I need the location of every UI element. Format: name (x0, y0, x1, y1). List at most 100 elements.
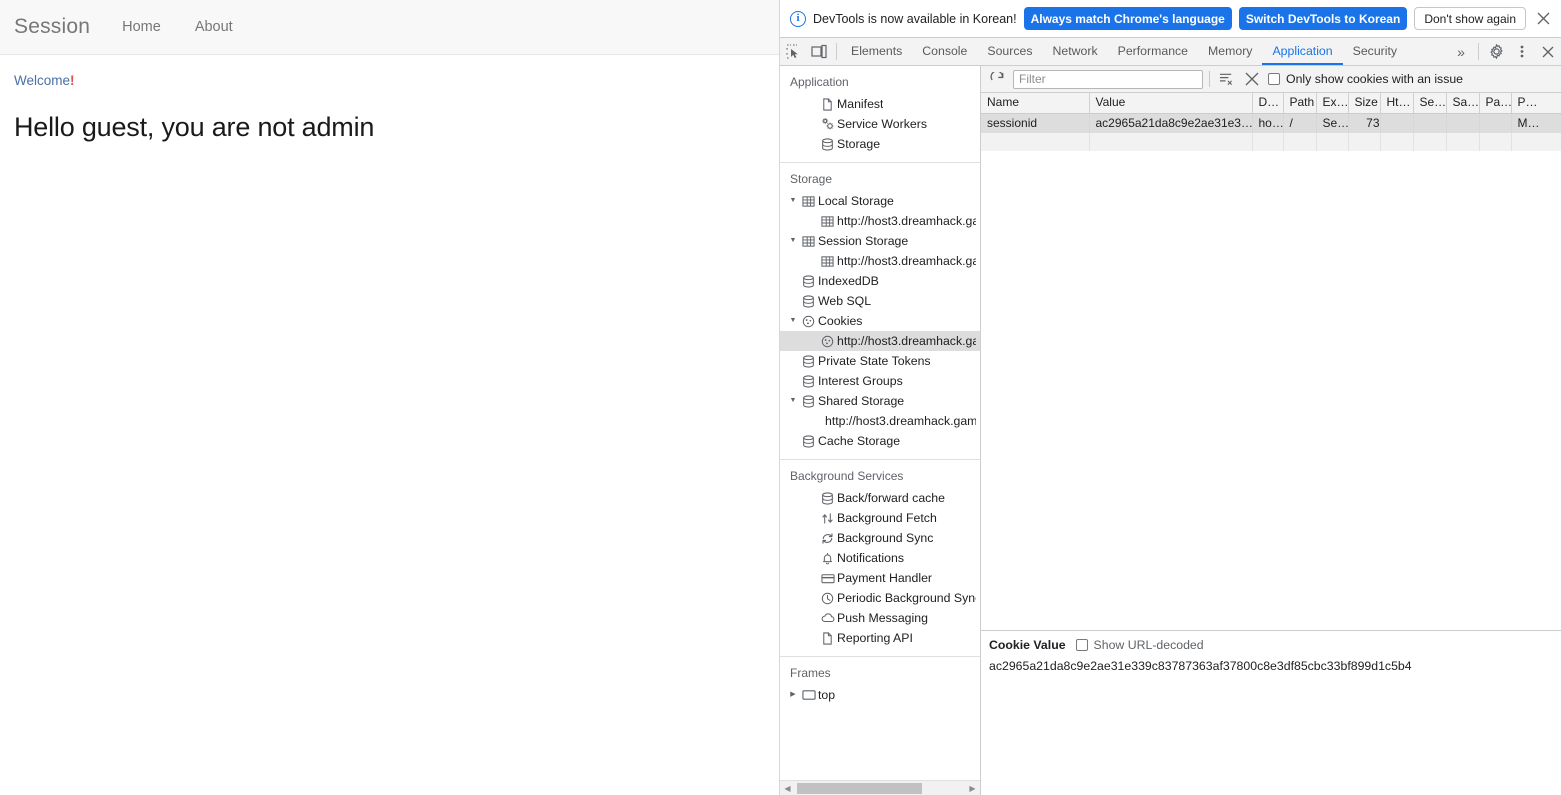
column-header[interactable]: D… (1252, 93, 1284, 114)
tab-console[interactable]: Console (912, 38, 977, 65)
table-cell[interactable]: / (1283, 113, 1317, 133)
tab-performance[interactable]: Performance (1108, 38, 1198, 65)
refresh-icon[interactable] (987, 69, 1007, 89)
tab-security[interactable]: Security (1343, 38, 1407, 65)
screen: Session Home About Welcome! Hello guest,… (0, 0, 1561, 795)
sidebar-item-label: Background Fetch (837, 511, 937, 525)
expanded-arrow-icon[interactable]: ▼ (787, 311, 799, 331)
table-cell[interactable] (1413, 113, 1447, 133)
sidebar-item-cookies[interactable]: ▼ Cookies (780, 311, 980, 331)
sidebar-item-private-state-tokens[interactable]: ▶Private State Tokens (780, 351, 980, 371)
sidebar-item-service-workers[interactable]: ▶Service Workers (780, 114, 980, 134)
table-cell[interactable] (1479, 113, 1512, 133)
sidebar-item-http-host3-dreamhack-games[interactable]: ▶http://host3.dreamhack.games (780, 411, 980, 431)
clear-filtered-icon[interactable] (1216, 69, 1236, 89)
nav-link-home[interactable]: Home (122, 19, 161, 35)
column-header[interactable]: Name (981, 93, 1090, 114)
inspect-element-icon[interactable] (780, 38, 806, 65)
dont-show-again-button[interactable]: Don't show again (1414, 7, 1526, 30)
sidebar-item-interest-groups[interactable]: ▶Interest Groups (780, 371, 980, 391)
filter-input[interactable] (1013, 69, 1203, 89)
sidebar-item-http-host3-dreamhack-ga[interactable]: ▶http://host3.dreamhack.ga (780, 211, 980, 231)
sidebar-item-manifest[interactable]: ▶Manifest (780, 94, 980, 114)
tab-elements[interactable]: Elements (841, 38, 912, 65)
cookies-table-header[interactable]: Name Value D… Path Ex… Size Ht… Se… Sa… Pa… P… (981, 93, 1561, 114)
sidebar-item-reporting-api[interactable]: ▶Reporting API (780, 628, 980, 648)
sidebar-item-payment-handler[interactable]: ▶Payment Handler (780, 568, 980, 588)
table-cell[interactable]: M… (1511, 113, 1561, 133)
sidebar-item-top[interactable]: ▶ top (780, 685, 980, 705)
table-cell[interactable]: Se… (1316, 113, 1349, 133)
database-icon (799, 374, 818, 388)
table-cell[interactable]: ac2965a21da8c9e2ae31e3… (1089, 113, 1253, 133)
sidebar-item-indexeddb[interactable]: ▶IndexedDB (780, 271, 980, 291)
table-filler-cell (1413, 133, 1447, 151)
scrollbar-thumb[interactable] (797, 782, 922, 794)
sidebar-item-label: Web SQL (818, 294, 872, 308)
table-cell[interactable]: sessionid (981, 113, 1090, 133)
kebab-menu-icon[interactable] (1509, 38, 1535, 65)
sidebar-item-local-storage[interactable]: ▼ Local Storage (780, 191, 980, 211)
sidebar-item-background-fetch[interactable]: ▶Background Fetch (780, 508, 980, 528)
cookie-icon (799, 315, 818, 328)
notice-message: DevTools is now available in Korean! (813, 11, 1017, 26)
column-header[interactable]: Path (1283, 93, 1317, 114)
sidebar-item-periodic-background-sync[interactable]: ▶Periodic Background Sync (780, 588, 980, 608)
only-issues-checkbox[interactable] (1268, 73, 1280, 85)
gear-icon[interactable] (1483, 38, 1509, 65)
column-header[interactable]: P… (1511, 93, 1561, 114)
tab-application[interactable]: Application (1262, 38, 1343, 65)
scroll-left-arrow-icon[interactable]: ◀ (780, 784, 795, 793)
table-filler-cell (1089, 133, 1253, 151)
show-url-decoded-row[interactable]: Show URL-decoded (1075, 638, 1204, 652)
column-header[interactable]: Ht… (1380, 93, 1414, 114)
nav-link-about[interactable]: About (195, 19, 233, 35)
column-header[interactable]: Size (1348, 93, 1381, 114)
column-header[interactable]: Ex… (1316, 93, 1349, 114)
tab-network[interactable]: Network (1043, 38, 1108, 65)
clear-all-cookies-icon[interactable] (1242, 69, 1262, 89)
table-row[interactable]: sessionid ac2965a21da8c9e2ae31e3… ho… / Se… 7… (981, 113, 1561, 133)
sidebar-item-push-messaging[interactable]: ▶Push Messaging (780, 608, 980, 628)
more-tabs-icon[interactable]: » (1448, 38, 1474, 65)
expanded-arrow-icon[interactable]: ▼ (787, 191, 799, 211)
sidebar-item-cache-storage[interactable]: ▶Cache Storage (780, 431, 980, 451)
scroll-right-arrow-icon[interactable]: ▶ (965, 784, 980, 793)
frame-icon (799, 689, 818, 701)
switch-devtools-language-button[interactable]: Switch DevTools to Korean (1238, 7, 1408, 30)
expanded-arrow-icon[interactable]: ▼ (787, 391, 799, 411)
column-header[interactable]: Se… (1413, 93, 1447, 114)
table-empty-area (981, 151, 1561, 630)
sidebar-item-web-sql[interactable]: ▶Web SQL (780, 291, 980, 311)
sidebar-section-frames: Frames ▶ top (780, 657, 980, 713)
column-header[interactable]: Pa… (1479, 93, 1512, 114)
expanded-arrow-icon[interactable]: ▼ (787, 231, 799, 251)
sidebar-item-storage[interactable]: ▶Storage (780, 134, 980, 154)
only-issues-checkbox-row[interactable]: Only show cookies with an issue (1268, 72, 1463, 86)
show-url-decoded-checkbox[interactable] (1075, 639, 1088, 651)
column-header[interactable]: Value (1089, 93, 1253, 114)
table-cell[interactable]: ho… (1252, 113, 1284, 133)
navbar-brand[interactable]: Session (14, 15, 90, 39)
sidebar-item-background-sync[interactable]: ▶Background Sync (780, 528, 980, 548)
tab-memory[interactable]: Memory (1198, 38, 1262, 65)
column-header[interactable]: Sa… (1446, 93, 1480, 114)
table-cell[interactable]: 73 (1348, 113, 1381, 133)
sidebar-item-http-host3-dreamhack-ga[interactable]: ▶http://host3.dreamhack.ga (780, 331, 980, 351)
device-toolbar-icon[interactable] (806, 38, 832, 65)
sidebar-item-http-host3-dreamhack-ga[interactable]: ▶http://host3.dreamhack.ga (780, 251, 980, 271)
collapsed-arrow-icon[interactable]: ▶ (787, 685, 799, 705)
sidebar-item-back-forward-cache[interactable]: ▶Back/forward cache (780, 488, 980, 508)
tab-sources[interactable]: Sources (977, 38, 1042, 65)
sidebar-horizontal-scrollbar[interactable]: ◀ ▶ (780, 780, 980, 795)
scrollbar-track[interactable] (795, 782, 965, 795)
devtools-close-icon[interactable] (1535, 38, 1561, 65)
sidebar-item-session-storage[interactable]: ▼ Session Storage (780, 231, 980, 251)
sidebar-item-label: Shared Storage (818, 394, 905, 408)
table-cell[interactable] (1446, 113, 1480, 133)
always-match-language-button[interactable]: Always match Chrome's language (1023, 7, 1232, 30)
sidebar-item-notifications[interactable]: ▶Notifications (780, 548, 980, 568)
close-icon[interactable] (1533, 6, 1553, 32)
table-cell[interactable] (1380, 113, 1414, 133)
sidebar-item-shared-storage[interactable]: ▼ Shared Storage (780, 391, 980, 411)
